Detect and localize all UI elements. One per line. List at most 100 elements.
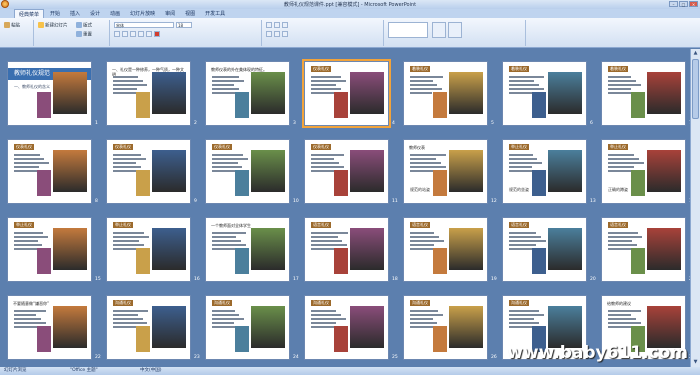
slide-photo <box>433 170 447 196</box>
slide-sorter-view: 教师礼仪规范 一、教师礼仪的含义 1 一、礼仪是一种修养，一种气质，一种文明 2 教师仪表… <box>0 49 695 367</box>
slide-thumbnail[interactable]: 语言礼仪 <box>403 217 488 282</box>
scroll-down-icon[interactable]: ▼ <box>692 359 699 366</box>
slide-number: 26 <box>491 355 497 360</box>
tab-view[interactable]: 视图 <box>181 9 199 18</box>
slide-thumbnail[interactable]: 沟通礼仪 <box>403 295 488 360</box>
font-name-field[interactable]: 宋体 <box>114 22 174 28</box>
new-slide-icon <box>38 22 44 28</box>
slide-thumbnail[interactable]: 举止礼仪 正确的蹲姿 <box>601 139 686 204</box>
slide-photo <box>53 306 87 348</box>
slide-thumbnail[interactable]: 沟通礼仪 <box>205 295 290 360</box>
slide-subtitle: 一、教师礼仪的含义 <box>14 84 50 89</box>
scroll-up-icon[interactable]: ▲ <box>692 50 699 57</box>
vertical-scrollbar[interactable]: ▲ ▼ <box>690 49 700 367</box>
layout-icon <box>76 22 82 28</box>
minimize-icon[interactable]: – <box>669 1 678 7</box>
slide-photo <box>532 92 546 118</box>
arrange-icon[interactable] <box>432 22 446 38</box>
slide-thumbnail[interactable]: 举止礼仪 规范的坐姿 <box>502 139 587 204</box>
quick-styles-icon[interactable] <box>448 22 462 38</box>
slide-thumbnail[interactable]: 一、礼仪是一种修养，一种气质，一种文明 <box>106 61 191 126</box>
slide-caption: 规范的坐姿 <box>509 187 529 192</box>
bold-icon[interactable] <box>114 31 120 37</box>
title-bar: 教师礼仪规范课件.ppt [兼容模式] - Microsoft PowerPoi… <box>0 0 700 9</box>
clipboard-icon <box>4 22 10 28</box>
slide-thumbnail[interactable]: 语言礼仪 <box>304 217 389 282</box>
slide-photo <box>334 92 348 118</box>
shadow-icon[interactable] <box>146 31 152 37</box>
tab-slideshow[interactable]: 幻灯片放映 <box>126 9 159 18</box>
layout-button[interactable]: 版式 <box>76 22 92 29</box>
slide-thumbnail[interactable]: 教师仪表 规范的站姿 <box>403 139 488 204</box>
shapes-gallery[interactable] <box>388 22 428 38</box>
slide-number: 23 <box>194 355 200 360</box>
tab-home[interactable]: 开始 <box>46 9 64 18</box>
font-size-field[interactable]: 18 <box>176 22 192 28</box>
slide-caption: 规范的站姿 <box>410 187 430 192</box>
slide-photo <box>631 248 645 274</box>
strikethrough-icon[interactable] <box>138 31 144 37</box>
slide-number: 11 <box>392 199 398 204</box>
slide-thumbnail[interactable]: 举止礼仪 <box>7 217 92 282</box>
tab-animation[interactable]: 动画 <box>106 9 124 18</box>
slide-section-label: 着装礼仪 <box>608 66 628 72</box>
slide-thumbnail[interactable]: 教师仪表的外在美体现的特征。 <box>205 61 290 126</box>
slide-section-label: 语言礼仪 <box>311 222 331 228</box>
tab-insert[interactable]: 插入 <box>66 9 84 18</box>
align-left-icon[interactable] <box>266 31 272 37</box>
slide-thumbnail[interactable]: 不要随意做“嫌恶你” <box>7 295 92 360</box>
slide-thumbnail[interactable]: 着装礼仪 <box>601 61 686 126</box>
numbering-icon[interactable] <box>274 22 280 28</box>
slide-photo <box>53 228 87 270</box>
slide-photo <box>449 150 483 192</box>
watermark-text: www.baby611.com <box>507 343 688 363</box>
slide-thumbnail[interactable]: 仪表礼仪 <box>7 139 92 204</box>
bullets-icon[interactable] <box>266 22 272 28</box>
slide-thumbnail[interactable]: 着装礼仪 <box>403 61 488 126</box>
slide-section-label: 语言礼仪 <box>410 222 430 228</box>
slide-photo <box>433 92 447 118</box>
tab-developer[interactable]: 开发工具 <box>201 9 229 18</box>
slide-number: 24 <box>293 355 299 360</box>
slide-thumbnail[interactable]: 沟通礼仪 <box>304 295 389 360</box>
tab-design[interactable]: 设计 <box>86 9 104 18</box>
new-slide-button[interactable]: 新建幻灯片 <box>38 22 68 29</box>
scroll-thumb[interactable] <box>692 59 699 119</box>
font-color-icon[interactable] <box>154 31 160 37</box>
slide-number: 12 <box>491 199 497 204</box>
indent-icon[interactable] <box>282 22 288 28</box>
tab-classic-menu[interactable]: 经典菜单 <box>14 9 45 18</box>
slide-number: 15 <box>95 277 101 282</box>
slide-thumbnail[interactable]: 语言礼仪 <box>601 217 686 282</box>
align-center-icon[interactable] <box>274 31 280 37</box>
window-title: 教师礼仪规范课件.ppt [兼容模式] - Microsoft PowerPoi… <box>283 2 417 8</box>
close-icon[interactable]: × <box>689 1 698 7</box>
slide-section-label: 举止礼仪 <box>509 144 529 150</box>
maximize-icon[interactable]: □ <box>679 1 688 7</box>
slide-photo <box>647 72 681 114</box>
reset-button[interactable]: 重置 <box>76 31 92 38</box>
slide-thumbnail[interactable]: 一个教师面对全体学生 <box>205 217 290 282</box>
paragraph-group <box>264 20 384 46</box>
slide-thumbnail[interactable]: 举止礼仪 <box>106 217 191 282</box>
slide-thumbnail[interactable]: 仪表礼仪 <box>304 139 389 204</box>
slide-photo <box>449 306 483 348</box>
slide-photo <box>251 306 285 348</box>
slide-thumbnail[interactable]: 沟通礼仪 <box>106 295 191 360</box>
align-right-icon[interactable] <box>282 31 288 37</box>
slide-thumbnail[interactable]: 着装礼仪 <box>502 61 587 126</box>
italic-icon[interactable] <box>122 31 128 37</box>
slide-number: 5 <box>491 121 494 126</box>
slide-section-label: 沟通礼仪 <box>113 300 133 306</box>
slide-thumbnail[interactable]: 仪表礼仪 <box>106 139 191 204</box>
slide-thumbnail[interactable]: 教师礼仪规范 一、教师礼仪的含义 <box>7 61 92 126</box>
slide-thumbnail[interactable]: 语言礼仪 <box>502 217 587 282</box>
slide-thumbnail[interactable]: 仪表礼仪 <box>302 59 391 128</box>
underline-icon[interactable] <box>130 31 136 37</box>
slide-photo <box>152 228 186 270</box>
ribbon-tabs: 经典菜单 开始 插入 设计 动画 幻灯片放映 审阅 视图 开发工具 <box>0 9 700 18</box>
slide-thumbnail[interactable]: 仪表礼仪 <box>205 139 290 204</box>
paste-button[interactable]: 粘贴 <box>4 22 20 29</box>
tab-review[interactable]: 审阅 <box>161 9 179 18</box>
slide-section-label: 语言礼仪 <box>509 222 529 228</box>
